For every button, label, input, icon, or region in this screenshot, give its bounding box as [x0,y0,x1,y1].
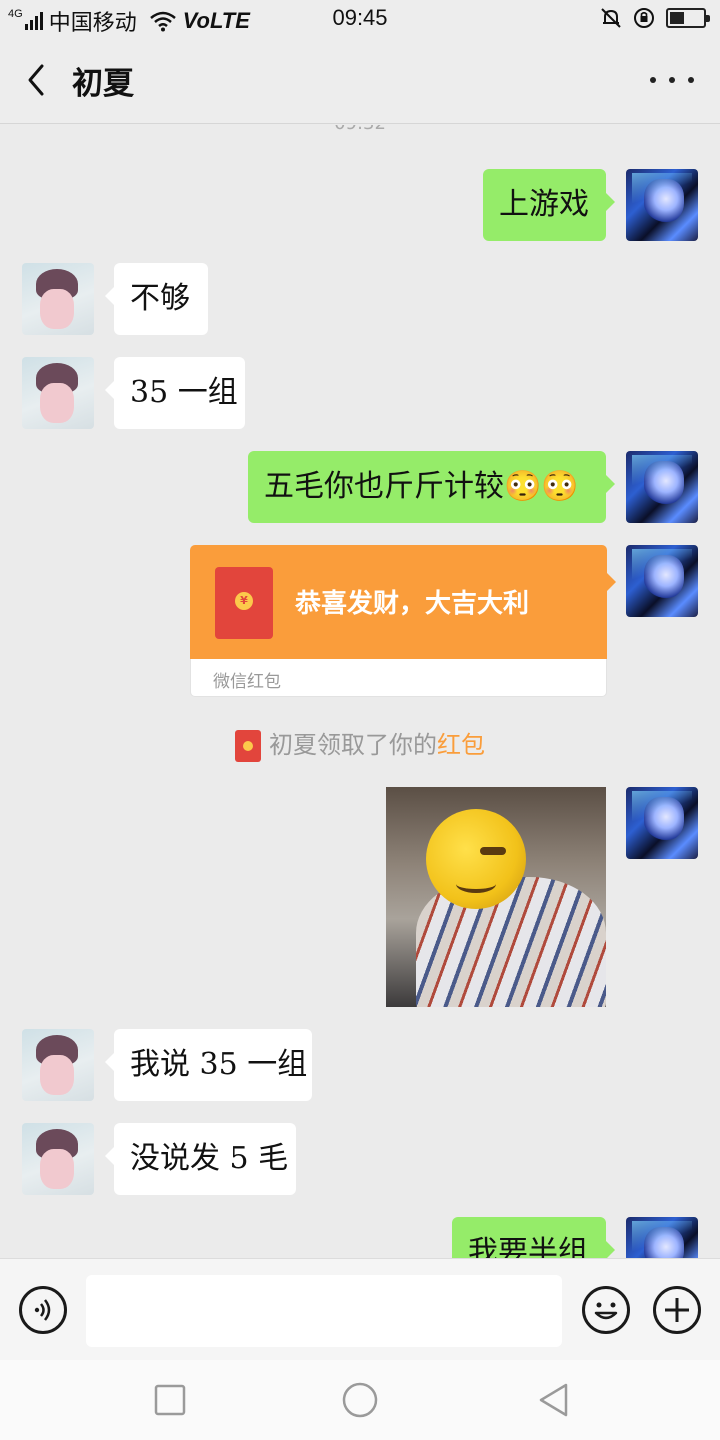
recent-apps-icon[interactable] [150,1380,190,1420]
message-row: 35 一组 [0,357,720,429]
sticker-image[interactable] [386,787,606,1007]
status-right [600,6,710,30]
red-packet-link[interactable]: 红包 [437,731,485,759]
my-avatar[interactable] [626,545,698,617]
chevron-left-icon[interactable] [14,56,58,104]
contact-avatar[interactable] [22,357,94,429]
system-notice: 初夏领取了你的红包 [0,725,720,762]
message-row: 恭喜发财，大吉大利 微信红包 [0,545,720,697]
message-row: 上游戏 [0,169,720,241]
back-icon[interactable] [534,1380,574,1420]
home-icon[interactable] [340,1380,380,1420]
input-bar [0,1258,720,1360]
battery-icon [666,8,710,28]
message-row: 我要半组 [0,1217,720,1258]
my-avatar[interactable] [626,787,698,859]
red-envelope-icon [235,730,261,762]
my-avatar[interactable] [626,1217,698,1258]
voice-icon[interactable] [19,1286,67,1334]
red-envelope-icon [215,567,273,639]
contact-message-bubble[interactable]: 不够 [105,263,208,335]
my-avatar[interactable] [626,451,698,523]
emoji-icon[interactable] [582,1286,630,1334]
chat-message-list[interactable]: 09:32 上游戏 不够 35 一组 五毛你也斤斤计较😳😳 恭喜发财，大吉大利 … [0,125,720,1258]
my-message-bubble[interactable]: 上游戏 [483,169,615,241]
contact-message-bubble[interactable]: 35 一组 [105,357,245,429]
chat-header: 初夏 [0,36,720,124]
chat-title: 初夏 [72,66,134,102]
message-input[interactable] [86,1275,562,1347]
red-packet-card[interactable]: 恭喜发财，大吉大利 微信红包 [190,545,616,697]
status-bar: 4G 中国移动 VoLTE 09:45 [0,0,720,36]
red-packet-greeting: 恭喜发财，大吉大利 [295,589,530,619]
my-avatar[interactable] [626,169,698,241]
red-packet-footer: 微信红包 [190,659,607,697]
message-row: 没说发 5 毛 [0,1123,720,1195]
message-row: 五毛你也斤斤计较😳😳 [0,451,720,523]
contact-avatar[interactable] [22,263,94,335]
contact-avatar[interactable] [22,1123,94,1195]
system-navigation-bar [0,1360,720,1440]
my-message-bubble[interactable]: 五毛你也斤斤计较😳😳 [248,451,615,523]
sticker-emoji-face [426,809,526,909]
contact-message-bubble[interactable]: 没说发 5 毛 [105,1123,296,1195]
message-timestamp: 09:32 [0,125,720,134]
red-packet-label: 微信红包 [213,672,281,692]
message-row [0,787,720,1007]
plus-icon[interactable] [653,1286,701,1334]
my-message-bubble[interactable]: 我要半组 [452,1217,615,1258]
red-packet-top: 恭喜发财，大吉大利 [190,545,607,659]
message-row: 不够 [0,263,720,335]
rotation-lock-icon [634,8,654,28]
contact-avatar[interactable] [22,1029,94,1101]
message-row: 我说 35 一组 [0,1029,720,1101]
contact-message-bubble[interactable]: 我说 35 一组 [105,1029,312,1101]
more-dots-icon[interactable] [650,66,694,94]
mute-bell-icon [601,8,621,28]
system-notice-text: 初夏领取了你的 [269,731,437,759]
